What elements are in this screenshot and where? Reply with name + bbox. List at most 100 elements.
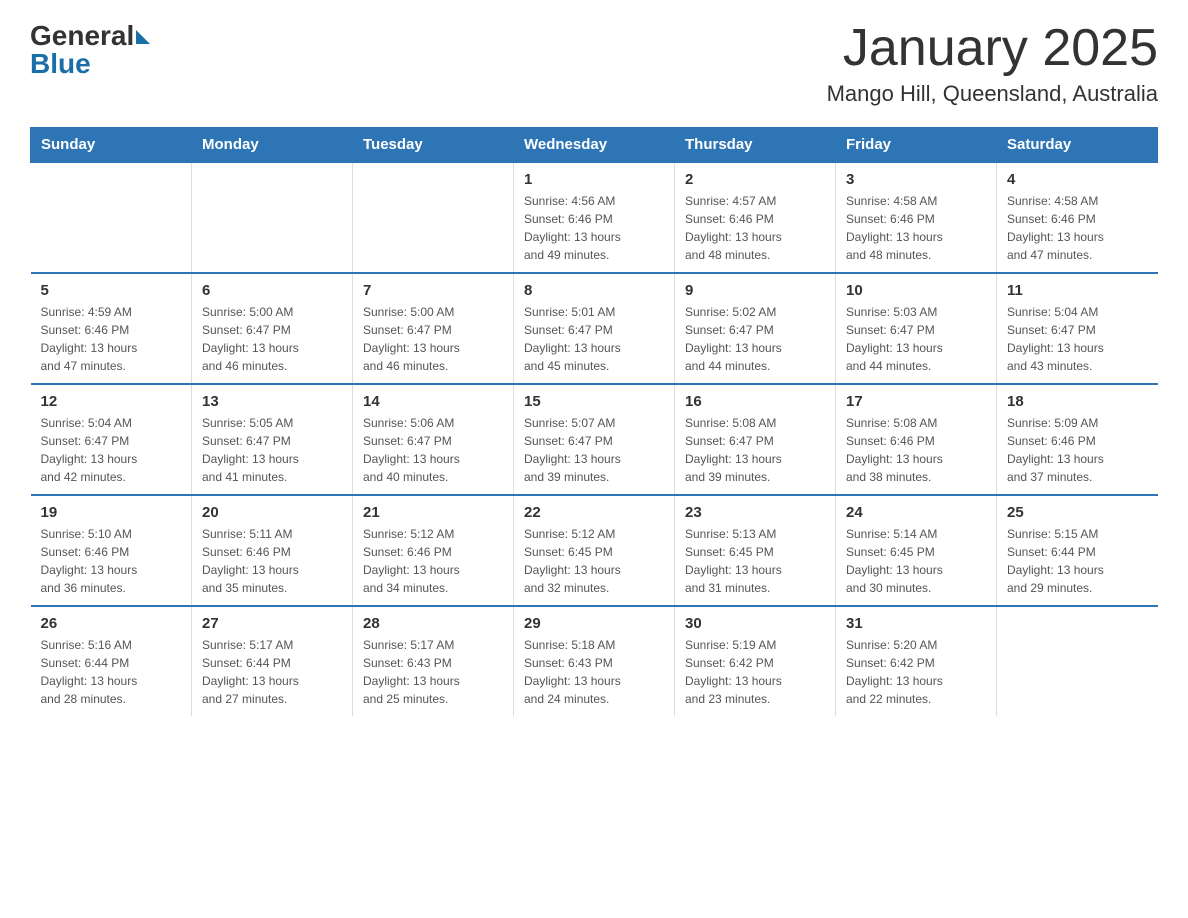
calendar-cell: 29Sunrise: 5:18 AM Sunset: 6:43 PM Dayli… bbox=[514, 606, 675, 716]
calendar-cell: 5Sunrise: 4:59 AM Sunset: 6:46 PM Daylig… bbox=[31, 273, 192, 384]
day-info: Sunrise: 5:04 AM Sunset: 6:47 PM Dayligh… bbox=[1007, 303, 1148, 375]
day-info: Sunrise: 5:13 AM Sunset: 6:45 PM Dayligh… bbox=[685, 525, 825, 597]
week-row-4: 19Sunrise: 5:10 AM Sunset: 6:46 PM Dayli… bbox=[31, 495, 1158, 606]
day-info: Sunrise: 5:04 AM Sunset: 6:47 PM Dayligh… bbox=[41, 414, 182, 486]
day-number: 4 bbox=[1007, 171, 1148, 188]
day-info: Sunrise: 5:06 AM Sunset: 6:47 PM Dayligh… bbox=[363, 414, 503, 486]
day-info: Sunrise: 4:58 AM Sunset: 6:46 PM Dayligh… bbox=[846, 192, 986, 264]
calendar-cell: 18 Sunrise: 5:09 AM Sunset: 6:46 PM Dayli… bbox=[997, 384, 1158, 495]
calendar-cell: 12 Sunrise: 5:04 AM Sunset: 6:47 PM Dayli… bbox=[31, 384, 192, 495]
calendar-cell: 23 Sunrise: 5:13 AM Sunset: 6:45 PM Dayli… bbox=[675, 495, 836, 606]
day-number: 28 bbox=[363, 615, 503, 632]
day-number: 14 bbox=[363, 393, 503, 410]
calendar-cell bbox=[192, 162, 353, 273]
day-info: Sunrise: 4:59 AM Sunset: 6:46 PM Dayligh… bbox=[41, 303, 182, 375]
day-number: 1 bbox=[524, 171, 664, 188]
calendar-cell: 1Sunrise: 4:56 AM Sunset: 6:46 PM Daylig… bbox=[514, 162, 675, 273]
day-number: 13 bbox=[202, 393, 342, 410]
day-number: 27 bbox=[202, 615, 342, 632]
day-number: 11 bbox=[1007, 282, 1148, 299]
logo-arrow-icon bbox=[136, 30, 150, 44]
day-info: Sunrise: 5:08 AM Sunset: 6:46 PM Dayligh… bbox=[846, 414, 986, 486]
weekday-header-wednesday: Wednesday bbox=[514, 128, 675, 163]
day-number: 10 bbox=[846, 282, 986, 299]
day-number: 15 bbox=[524, 393, 664, 410]
calendar-title: January 2025 bbox=[827, 20, 1158, 77]
day-info: Sunrise: 5:00 AM Sunset: 6:47 PM Dayligh… bbox=[363, 303, 503, 375]
calendar-cell: 10Sunrise: 5:03 AM Sunset: 6:47 PM Dayli… bbox=[836, 273, 997, 384]
week-row-5: 26 Sunrise: 5:16 AM Sunset: 6:44 PM Dayli… bbox=[31, 606, 1158, 716]
calendar-cell: 16 Sunrise: 5:08 AM Sunset: 6:47 PM Dayli… bbox=[675, 384, 836, 495]
calendar-cell bbox=[997, 606, 1158, 716]
day-info: Sunrise: 5:12 AM Sunset: 6:45 PM Dayligh… bbox=[524, 525, 664, 597]
weekday-header-row: SundayMondayTuesdayWednesdayThursdayFrid… bbox=[31, 128, 1158, 163]
day-info: Sunrise: 5:15 AM Sunset: 6:44 PM Dayligh… bbox=[1007, 525, 1148, 597]
day-number: 2 bbox=[685, 171, 825, 188]
day-info: Sunrise: 5:05 AM Sunset: 6:47 PM Dayligh… bbox=[202, 414, 342, 486]
day-number: 25 bbox=[1007, 504, 1148, 521]
day-number: 23 bbox=[685, 504, 825, 521]
calendar-cell: 7 Sunrise: 5:00 AM Sunset: 6:47 PM Daylig… bbox=[353, 273, 514, 384]
weekday-header-monday: Monday bbox=[192, 128, 353, 163]
day-number: 30 bbox=[685, 615, 825, 632]
calendar-cell: 2Sunrise: 4:57 AM Sunset: 6:46 PM Daylig… bbox=[675, 162, 836, 273]
day-number: 17 bbox=[846, 393, 986, 410]
weekday-header-thursday: Thursday bbox=[675, 128, 836, 163]
day-info: Sunrise: 5:19 AM Sunset: 6:42 PM Dayligh… bbox=[685, 636, 825, 708]
day-number: 26 bbox=[41, 615, 182, 632]
logo-blue-text: Blue bbox=[30, 48, 91, 80]
day-number: 18 bbox=[1007, 393, 1148, 410]
day-info: Sunrise: 5:08 AM Sunset: 6:47 PM Dayligh… bbox=[685, 414, 825, 486]
weekday-header-saturday: Saturday bbox=[997, 128, 1158, 163]
calendar-cell: 13 Sunrise: 5:05 AM Sunset: 6:47 PM Dayli… bbox=[192, 384, 353, 495]
calendar-cell: 14 Sunrise: 5:06 AM Sunset: 6:47 PM Dayli… bbox=[353, 384, 514, 495]
calendar-cell: 21Sunrise: 5:12 AM Sunset: 6:46 PM Dayli… bbox=[353, 495, 514, 606]
calendar-cell: 24 Sunrise: 5:14 AM Sunset: 6:45 PM Dayli… bbox=[836, 495, 997, 606]
day-number: 7 bbox=[363, 282, 503, 299]
calendar-cell: 26 Sunrise: 5:16 AM Sunset: 6:44 PM Dayli… bbox=[31, 606, 192, 716]
day-number: 9 bbox=[685, 282, 825, 299]
calendar-subtitle: Mango Hill, Queensland, Australia bbox=[827, 81, 1158, 107]
day-number: 22 bbox=[524, 504, 664, 521]
calendar-cell: 11 Sunrise: 5:04 AM Sunset: 6:47 PM Dayli… bbox=[997, 273, 1158, 384]
day-info: Sunrise: 5:11 AM Sunset: 6:46 PM Dayligh… bbox=[202, 525, 342, 597]
day-number: 8 bbox=[524, 282, 664, 299]
day-number: 29 bbox=[524, 615, 664, 632]
day-number: 24 bbox=[846, 504, 986, 521]
day-number: 19 bbox=[41, 504, 182, 521]
day-number: 31 bbox=[846, 615, 986, 632]
day-info: Sunrise: 5:16 AM Sunset: 6:44 PM Dayligh… bbox=[41, 636, 182, 708]
day-number: 16 bbox=[685, 393, 825, 410]
day-info: Sunrise: 5:20 AM Sunset: 6:42 PM Dayligh… bbox=[846, 636, 986, 708]
day-info: Sunrise: 5:17 AM Sunset: 6:44 PM Dayligh… bbox=[202, 636, 342, 708]
calendar-cell: 20 Sunrise: 5:11 AM Sunset: 6:46 PM Dayli… bbox=[192, 495, 353, 606]
calendar-cell: 3Sunrise: 4:58 AM Sunset: 6:46 PM Daylig… bbox=[836, 162, 997, 273]
calendar-cell: 28Sunrise: 5:17 AM Sunset: 6:43 PM Dayli… bbox=[353, 606, 514, 716]
calendar-cell bbox=[353, 162, 514, 273]
page-header: General Blue January 2025 Mango Hill, Qu… bbox=[30, 20, 1158, 107]
day-number: 12 bbox=[41, 393, 182, 410]
week-row-3: 12 Sunrise: 5:04 AM Sunset: 6:47 PM Dayli… bbox=[31, 384, 1158, 495]
day-info: Sunrise: 5:09 AM Sunset: 6:46 PM Dayligh… bbox=[1007, 414, 1148, 486]
day-info: Sunrise: 5:14 AM Sunset: 6:45 PM Dayligh… bbox=[846, 525, 986, 597]
day-info: Sunrise: 5:07 AM Sunset: 6:47 PM Dayligh… bbox=[524, 414, 664, 486]
day-info: Sunrise: 5:00 AM Sunset: 6:47 PM Dayligh… bbox=[202, 303, 342, 375]
calendar-cell: 9Sunrise: 5:02 AM Sunset: 6:47 PM Daylig… bbox=[675, 273, 836, 384]
calendar-cell: 19Sunrise: 5:10 AM Sunset: 6:46 PM Dayli… bbox=[31, 495, 192, 606]
logo: General Blue bbox=[30, 20, 150, 80]
weekday-header-friday: Friday bbox=[836, 128, 997, 163]
title-block: January 2025 Mango Hill, Queensland, Aus… bbox=[827, 20, 1158, 107]
day-info: Sunrise: 4:58 AM Sunset: 6:46 PM Dayligh… bbox=[1007, 192, 1148, 264]
week-row-2: 5Sunrise: 4:59 AM Sunset: 6:46 PM Daylig… bbox=[31, 273, 1158, 384]
week-row-1: 1Sunrise: 4:56 AM Sunset: 6:46 PM Daylig… bbox=[31, 162, 1158, 273]
day-info: Sunrise: 5:01 AM Sunset: 6:47 PM Dayligh… bbox=[524, 303, 664, 375]
day-number: 6 bbox=[202, 282, 342, 299]
calendar-cell: 31 Sunrise: 5:20 AM Sunset: 6:42 PM Dayli… bbox=[836, 606, 997, 716]
calendar-cell: 15 Sunrise: 5:07 AM Sunset: 6:47 PM Dayli… bbox=[514, 384, 675, 495]
day-number: 20 bbox=[202, 504, 342, 521]
calendar-cell: 25 Sunrise: 5:15 AM Sunset: 6:44 PM Dayli… bbox=[997, 495, 1158, 606]
calendar-cell: 17 Sunrise: 5:08 AM Sunset: 6:46 PM Dayli… bbox=[836, 384, 997, 495]
calendar-cell: 30 Sunrise: 5:19 AM Sunset: 6:42 PM Dayli… bbox=[675, 606, 836, 716]
weekday-header-tuesday: Tuesday bbox=[353, 128, 514, 163]
calendar-cell: 8 Sunrise: 5:01 AM Sunset: 6:47 PM Daylig… bbox=[514, 273, 675, 384]
